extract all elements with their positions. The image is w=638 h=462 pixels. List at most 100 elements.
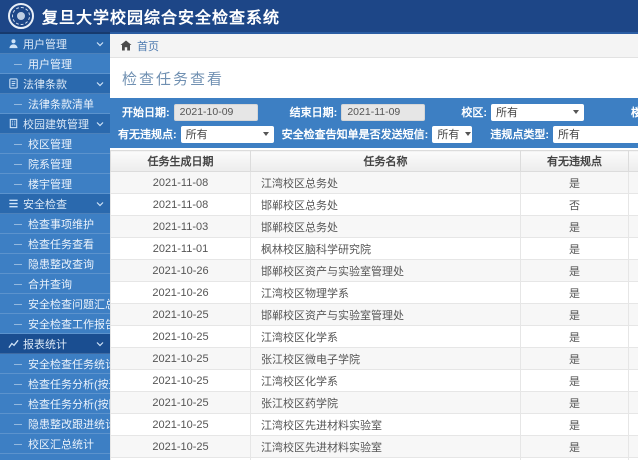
sidebar-item-3-3[interactable]: 合并查询 — [0, 274, 110, 294]
cell-task-name: 邯郸校区高分子科学系 — [250, 457, 521, 460]
sidebar-item-4-0[interactable]: 安全检查任务统计 — [0, 354, 110, 374]
document-icon — [8, 78, 23, 89]
sidebar-item-1-0[interactable]: 法律条款清单 — [0, 94, 110, 114]
sidebar-item-label: 合并查询 — [28, 278, 72, 291]
cell-task-name: 江湾校区先进材料实验室 — [250, 435, 521, 458]
sidebar-item-2-0[interactable]: 校区管理 — [0, 134, 110, 154]
cell-has-violation: 是 — [520, 435, 629, 458]
table-row: 2021-11-01 枫林校区脑科学研究院是 — [110, 237, 638, 260]
top-header-bar: 复旦大学校园综合安全检查系统 — [0, 0, 638, 34]
chevron-down-icon — [96, 340, 104, 348]
page-content: 检查任务查看 开始日期: 结束日期: 校区: 所有 楼宇: — [110, 58, 638, 460]
sidebar-item-3-4[interactable]: 安全检查问题汇总 — [0, 294, 110, 314]
app-window: 复旦大学校园综合安全检查系统 用户管理 用户管理 法律条款 法律条款清单 校园建筑管理校… — [0, 0, 638, 462]
cell-has-violation: 是 — [520, 259, 629, 282]
table-row: 2021-10-25 张江校区微电子学院是 — [110, 347, 638, 370]
cell-task-name: 江湾校区化学系 — [250, 369, 521, 392]
caret-down-icon — [465, 132, 472, 136]
sidebar-item-4-4[interactable]: 校区汇总统计 — [0, 434, 110, 454]
violation-type-select-value: 所有 — [558, 129, 581, 141]
chevron-down-icon — [96, 120, 104, 128]
sidebar-item-0-0[interactable]: 用户管理 — [0, 54, 110, 74]
sidebar-item-3-5[interactable]: 安全检查工作报告 — [0, 314, 110, 334]
col-header-extra — [628, 150, 638, 172]
sidebar-item-3-0[interactable]: 检查事项维护 — [0, 214, 110, 234]
tree-dash — [14, 263, 22, 265]
sidebar-item-label: 隐患整改跟进统计分析 — [28, 418, 110, 431]
sidebar-item-2-2[interactable]: 楼宇管理 — [0, 174, 110, 194]
cell-task-name: 张江校区药学院 — [250, 391, 521, 414]
cell-has-violation: 是 — [520, 347, 629, 370]
sidebar-group-3[interactable]: 安全检查 — [0, 194, 110, 214]
violation-type-select[interactable]: 所有 — [553, 125, 638, 143]
cell-task-date: 2021-10-25 — [110, 303, 251, 326]
cell-task-date: 2021-10-25 — [110, 347, 251, 370]
end-date-label: 结束日期: — [289, 107, 338, 119]
tree-dash — [14, 363, 22, 365]
tree-dash — [14, 383, 22, 385]
table-row: 2021-11-08 邯郸校区总务处否 — [110, 193, 638, 216]
cell-task-name: 邯郸校区资产与实验室管理处 — [250, 259, 521, 282]
sidebar-item-4-3[interactable]: 隐患整改跟进统计分析 — [0, 414, 110, 434]
campus-select[interactable]: 所有 — [491, 103, 585, 121]
task-table-body: 2021-11-08 江湾校区总务处是 2021-11-08 邯郸校区总务处否 2021… — [110, 171, 638, 460]
sidebar-item-label: 安全检查任务统计 — [28, 358, 110, 371]
sms-sent-select[interactable]: 所有 — [432, 125, 473, 143]
main-area: 首页 检查任务查看 开始日期: 结束日期: 校区: 所有 — [110, 32, 638, 460]
campus-label: 校区: — [461, 107, 488, 119]
chevron-down-icon — [96, 40, 104, 48]
cell-task-date: 2021-11-03 — [110, 215, 251, 238]
cell-extra — [628, 215, 638, 238]
tree-dash — [14, 63, 22, 65]
table-row: 2021-10-25 江湾校区先进材料实验室是 — [110, 435, 638, 458]
cell-task-name: 邯郸校区总务处 — [250, 215, 521, 238]
has-violation-select-value: 所有 — [185, 129, 208, 141]
tree-dash — [14, 423, 22, 425]
cell-task-date: 2021-11-08 — [110, 193, 251, 216]
table-row: 2021-10-25 张江校区药学院是 — [110, 391, 638, 414]
sidebar-group-label: 法律条款 — [23, 78, 67, 91]
sidebar-item-label: 检查任务查看 — [28, 238, 94, 251]
sidebar-group-1[interactable]: 法律条款 — [0, 74, 110, 94]
cell-extra — [628, 435, 638, 458]
table-row: 2021-10-25 江湾校区先进材料实验室是 — [110, 413, 638, 436]
tree-dash — [14, 443, 22, 445]
cell-task-date: 2021-11-08 — [110, 171, 251, 194]
caret-down-icon — [262, 132, 269, 136]
sidebar-group-label: 安全检查 — [23, 198, 67, 211]
sidebar-item-label: 安全检查问题汇总 — [28, 298, 110, 311]
sidebar-item-4-2[interactable]: 检查任务分析(按院系) — [0, 394, 110, 414]
sidebar-item-label: 校区管理 — [28, 138, 72, 151]
col-header-date: 任务生成日期 — [110, 150, 251, 172]
sidebar-group-0[interactable]: 用户管理 — [0, 34, 110, 54]
university-seal-logo — [8, 3, 34, 29]
cell-task-name: 江湾校区总务处 — [250, 171, 521, 194]
sidebar-group-4[interactable]: 报表统计 — [0, 334, 110, 354]
has-violation-select[interactable]: 所有 — [180, 125, 274, 143]
end-date-input[interactable] — [341, 103, 426, 121]
start-date-label: 开始日期: — [122, 107, 170, 119]
sidebar-item-label: 校区汇总统计 — [28, 438, 94, 451]
sidebar-item-label: 隐患整改查询 — [28, 258, 94, 271]
has-violation-label: 有无违规点: — [118, 129, 177, 141]
start-date-input[interactable] — [173, 103, 258, 121]
col-header-has-violation: 有无违规点 — [520, 150, 629, 172]
cell-extra — [628, 347, 638, 370]
tree-dash — [14, 243, 22, 245]
tree-dash — [14, 323, 22, 325]
cell-extra — [628, 413, 638, 436]
sidebar-item-2-1[interactable]: 院系管理 — [0, 154, 110, 174]
sidebar-item-4-1[interactable]: 检查任务分析(按违规项) — [0, 374, 110, 394]
cell-task-name: 江湾校区先进材料实验室 — [250, 413, 521, 436]
cell-extra — [628, 303, 638, 326]
user-icon — [8, 38, 23, 49]
sidebar-item-3-2[interactable]: 隐患整改查询 — [0, 254, 110, 274]
cell-has-violation: 是 — [520, 413, 629, 436]
sidebar-item-3-1[interactable]: 检查任务查看 — [0, 234, 110, 254]
tree-dash — [14, 163, 22, 165]
cell-task-name: 邯郸校区总务处 — [250, 193, 521, 216]
breadcrumb-home-link[interactable]: 首页 — [137, 38, 159, 54]
chevron-down-icon — [96, 200, 104, 208]
sidebar-group-2[interactable]: 校园建筑管理 — [0, 114, 110, 134]
page-title: 检查任务查看 — [122, 71, 225, 88]
